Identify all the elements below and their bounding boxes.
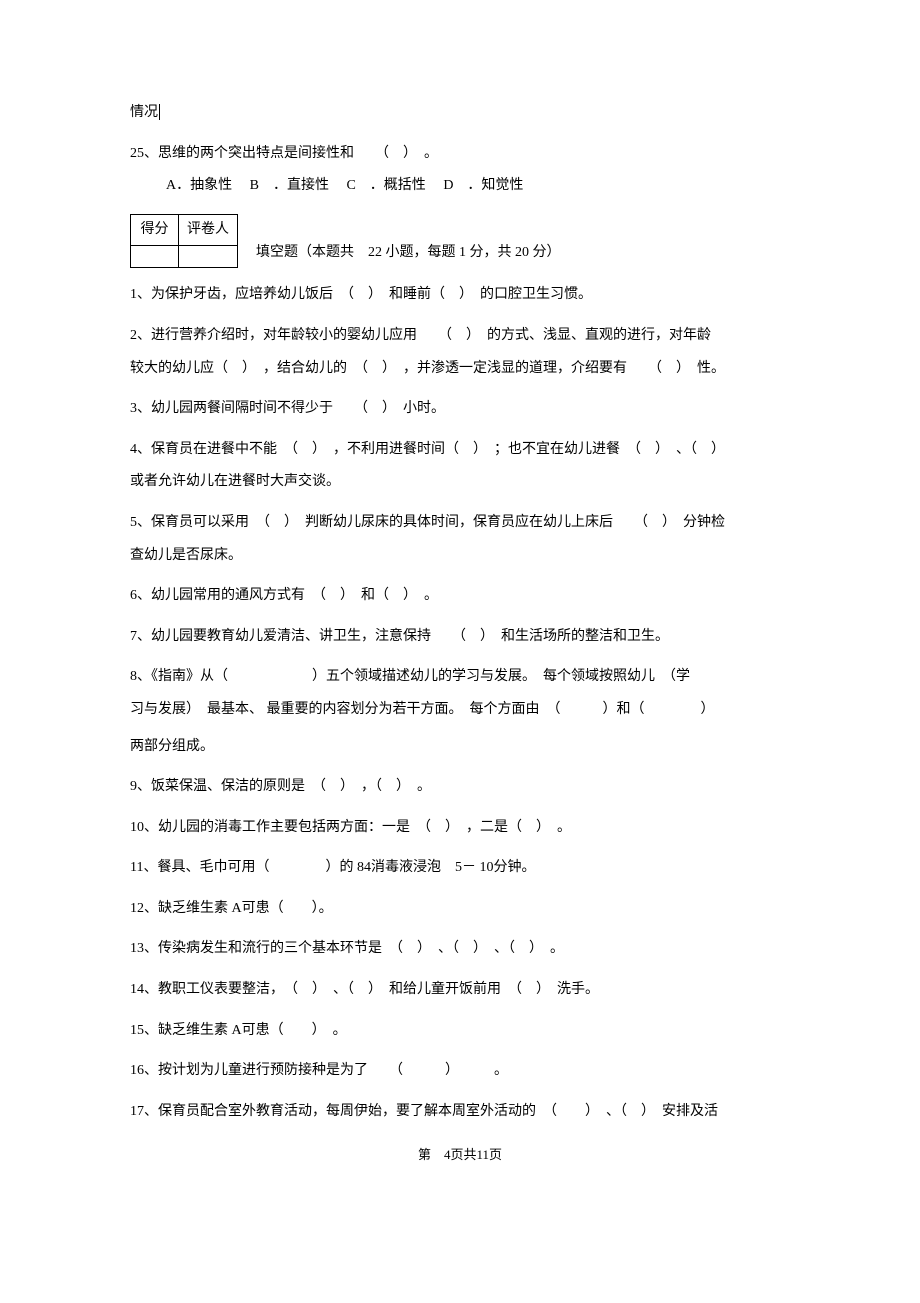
q25-options: A．抽象性 B ．直接性 C ．概括性 D ．知觉性 (130, 173, 790, 200)
footer-pre: 第 (418, 1147, 444, 1162)
fill-11: 11、餐具、毛巾可用（ ）的 84消毒液浸泡 5－ 10分钟。 (130, 855, 790, 882)
fill-1: 1、为保护牙齿，应培养幼儿饭后 （ ） 和睡前（ ） 的口腔卫生习惯。 (130, 282, 790, 309)
fill-15: 15、缺乏维生素 A可患（ ） 。 (130, 1018, 790, 1045)
fill-5-line2: 查幼儿是否尿床。 (130, 543, 790, 570)
fill-13: 13、传染病发生和流行的三个基本环节是 （ ） 、（ ） 、（ ） 。 (130, 936, 790, 963)
fill-2-line1: 2、进行营养介绍时，对年龄较小的婴幼儿应用 （ ） 的方式、浅显、直观的进行，对… (130, 323, 790, 350)
footer-mid: 页共 (450, 1147, 476, 1162)
score-header-score: 得分 (131, 214, 179, 246)
score-cell-grader[interactable] (179, 246, 238, 268)
fill-14: 14、教职工仪表要整洁， （ ） 、（ ） 和给儿童开饭前用 （ ） 洗手。 (130, 977, 790, 1004)
cursor-mark (159, 104, 160, 120)
score-header-grader: 评卷人 (179, 214, 238, 246)
fill-12: 12、缺乏维生素 A可患（ ）。 (130, 896, 790, 923)
q25-opt-a: A．抽象性 (166, 173, 232, 200)
q25-opt-b: B ．直接性 (250, 173, 329, 200)
fill-4-line2: 或者允许幼儿在进餐时大声交谈。 (130, 469, 790, 496)
top-fragment-text: 情况 (130, 105, 158, 120)
fill-8-line2: 习与发展） 最基本、 最重要的内容划分为若干方面。 每个方面由 （ ）和（ ） (130, 697, 790, 724)
fill-5-line1: 5、保育员可以采用 （ ） 判断幼儿尿床的具体时间，保育员应在幼儿上床后 （ ）… (130, 510, 790, 537)
fill-17: 17、保育员配合室外教育活动，每周伊始，要了解本周室外活动的 （ ） 、（ ） … (130, 1099, 790, 1126)
fill-8-line3: 两部分组成。 (130, 734, 790, 761)
fill-6: 6、幼儿园常用的通风方式有 （ ） 和（ ） 。 (130, 583, 790, 610)
footer-total: 11 (476, 1147, 489, 1162)
fill-3: 3、幼儿园两餐间隔时间不得少于 （ ） 小时。 (130, 396, 790, 423)
fill-2-line2: 较大的幼儿应（ ） ，结合幼儿的 （ ） ，并渗透一定浅显的道理，介绍要有 （ … (130, 356, 790, 383)
score-table: 得分 评卷人 (130, 214, 238, 269)
q25-opt-d: D ．知觉性 (443, 173, 523, 200)
page-footer: 第 4页共11页 (130, 1143, 790, 1168)
section-title: 填空题（本题共 22 小题，每题 1 分，共 20 分） (256, 240, 561, 269)
fill-7: 7、幼儿园要教育幼儿爱清洁、讲卫生，注意保持 （ ） 和生活场所的整洁和卫生。 (130, 624, 790, 651)
score-cell-score[interactable] (131, 246, 179, 268)
q25-opt-c: C ．概括性 (346, 173, 425, 200)
fill-10: 10、幼儿园的消毒工作主要包括两方面：一是 （ ） ，二是（ ） 。 (130, 815, 790, 842)
footer-post: 页 (489, 1147, 502, 1162)
fill-9: 9、饭菜保温、保洁的原则是 （ ） ，（ ） 。 (130, 774, 790, 801)
section-header: 得分 评卷人 填空题（本题共 22 小题，每题 1 分，共 20 分） (130, 214, 790, 269)
fill-16: 16、按计划为儿童进行预防接种是为了 （ ） 。 (130, 1058, 790, 1085)
fill-4-line1: 4、保育员在进餐中不能 （ ） ，不利用进餐时间（ ） ；也不宜在幼儿进餐 （ … (130, 437, 790, 464)
top-fragment: 情况 (130, 100, 790, 127)
q25-stem: 25、思维的两个突出特点是间接性和 （ ） 。 (130, 141, 790, 168)
fill-8-line1: 8、《指南》从（ ）五个领域描述幼儿的学习与发展。 每个领域按照幼儿 （学 (130, 664, 790, 691)
